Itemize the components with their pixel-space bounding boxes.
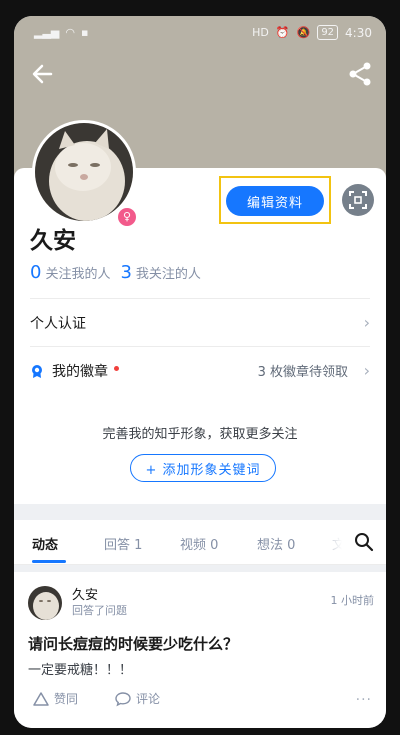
followers-label: 关注我的人 bbox=[45, 267, 111, 282]
question-title[interactable]: 请问长痘痘的时候要少吃什么？ bbox=[28, 633, 238, 654]
profile-name: 久安 bbox=[30, 228, 76, 254]
alarm-icon: ⏰ bbox=[275, 25, 290, 39]
tab-fade bbox=[314, 520, 354, 564]
notification-icon: ▪ bbox=[81, 26, 89, 39]
answer-excerpt[interactable]: 一定要戒糖！！！ bbox=[28, 659, 132, 678]
feed-avatar[interactable] bbox=[28, 586, 62, 620]
battery-indicator: 92 bbox=[317, 25, 339, 40]
feed-item[interactable]: 久安 回答了问题 1 小时前 请问长痘痘的时候要少吃什么？ 一定要戒糖！！！ 赞… bbox=[14, 572, 386, 728]
following-count: 3 bbox=[120, 262, 132, 283]
comment-button[interactable]: 评论 bbox=[114, 690, 160, 707]
profile-hint: 完善我的知乎形象，获取更多关注 bbox=[102, 427, 298, 442]
followers-link[interactable]: 0 关注我的人 bbox=[30, 262, 110, 283]
edit-highlight-box: 编辑资料 bbox=[219, 176, 331, 224]
feed-action: 回答了问题 bbox=[72, 604, 127, 617]
signal-icon: ▂▃▅ bbox=[34, 26, 60, 39]
following-link[interactable]: 3 我关注的人 bbox=[120, 262, 200, 283]
badges-label: 我的徽章 bbox=[52, 364, 108, 380]
tab-thoughts[interactable]: 想法 0 bbox=[257, 534, 295, 553]
tab-answers[interactable]: 回答 1 bbox=[104, 534, 142, 553]
badge-icon bbox=[32, 365, 42, 378]
active-tab-indicator bbox=[32, 560, 66, 563]
feed-author[interactable]: 久安 bbox=[72, 584, 98, 603]
back-arrow-icon[interactable] bbox=[26, 58, 60, 90]
hd-icon: HD bbox=[252, 25, 269, 39]
status-time: 4:30 bbox=[345, 25, 372, 40]
profile-tabs: 动态 回答 1 视频 0 想法 0 文 bbox=[14, 520, 386, 565]
new-dot bbox=[114, 365, 119, 371]
following-label: 我关注的人 bbox=[135, 267, 201, 282]
upvote-icon bbox=[33, 691, 49, 706]
phone-screen: ▂▃▅ ◠ ▪ HD ⏰ 🔕 92 4:30 ♀ 编辑资料 久安 0 关注我的人… bbox=[14, 16, 386, 728]
upvote-button[interactable]: 赞同 bbox=[32, 690, 78, 707]
female-icon: ♀ bbox=[116, 206, 138, 228]
chevron-right-icon: › bbox=[363, 313, 370, 332]
comment-label: 评论 bbox=[136, 692, 161, 706]
upvote-label: 赞同 bbox=[54, 692, 79, 706]
tab-videos[interactable]: 视频 0 bbox=[180, 534, 218, 553]
tab-activity[interactable]: 动态 bbox=[32, 534, 58, 553]
feed-time: 1 小时前 bbox=[330, 594, 375, 607]
follow-stats: 0 关注我的人 3 我关注的人 bbox=[30, 262, 201, 283]
badges-row[interactable]: 我的徽章 3 枚徽章待领取 › bbox=[30, 346, 370, 395]
comment-icon bbox=[115, 691, 131, 706]
verification-label: 个人认证 bbox=[30, 316, 86, 332]
badges-status: 3 枚徽章待领取 bbox=[257, 365, 348, 380]
add-keyword-button[interactable]: + 添加形象关键词 bbox=[130, 454, 276, 482]
chevron-right-icon: › bbox=[363, 361, 370, 380]
more-options-icon[interactable]: ··· bbox=[356, 692, 372, 708]
scan-icon[interactable] bbox=[342, 184, 374, 216]
silent-icon: 🔕 bbox=[296, 25, 311, 39]
followers-count: 0 bbox=[30, 262, 42, 283]
edit-profile-button[interactable]: 编辑资料 bbox=[226, 186, 324, 216]
status-bar: ▂▃▅ ◠ ▪ HD ⏰ 🔕 92 4:30 bbox=[14, 16, 386, 50]
share-icon[interactable] bbox=[344, 58, 376, 90]
top-bar bbox=[14, 52, 386, 96]
search-icon[interactable] bbox=[352, 530, 376, 554]
verification-row[interactable]: 个人认证 › bbox=[30, 298, 370, 347]
wifi-icon: ◠ bbox=[65, 26, 75, 39]
